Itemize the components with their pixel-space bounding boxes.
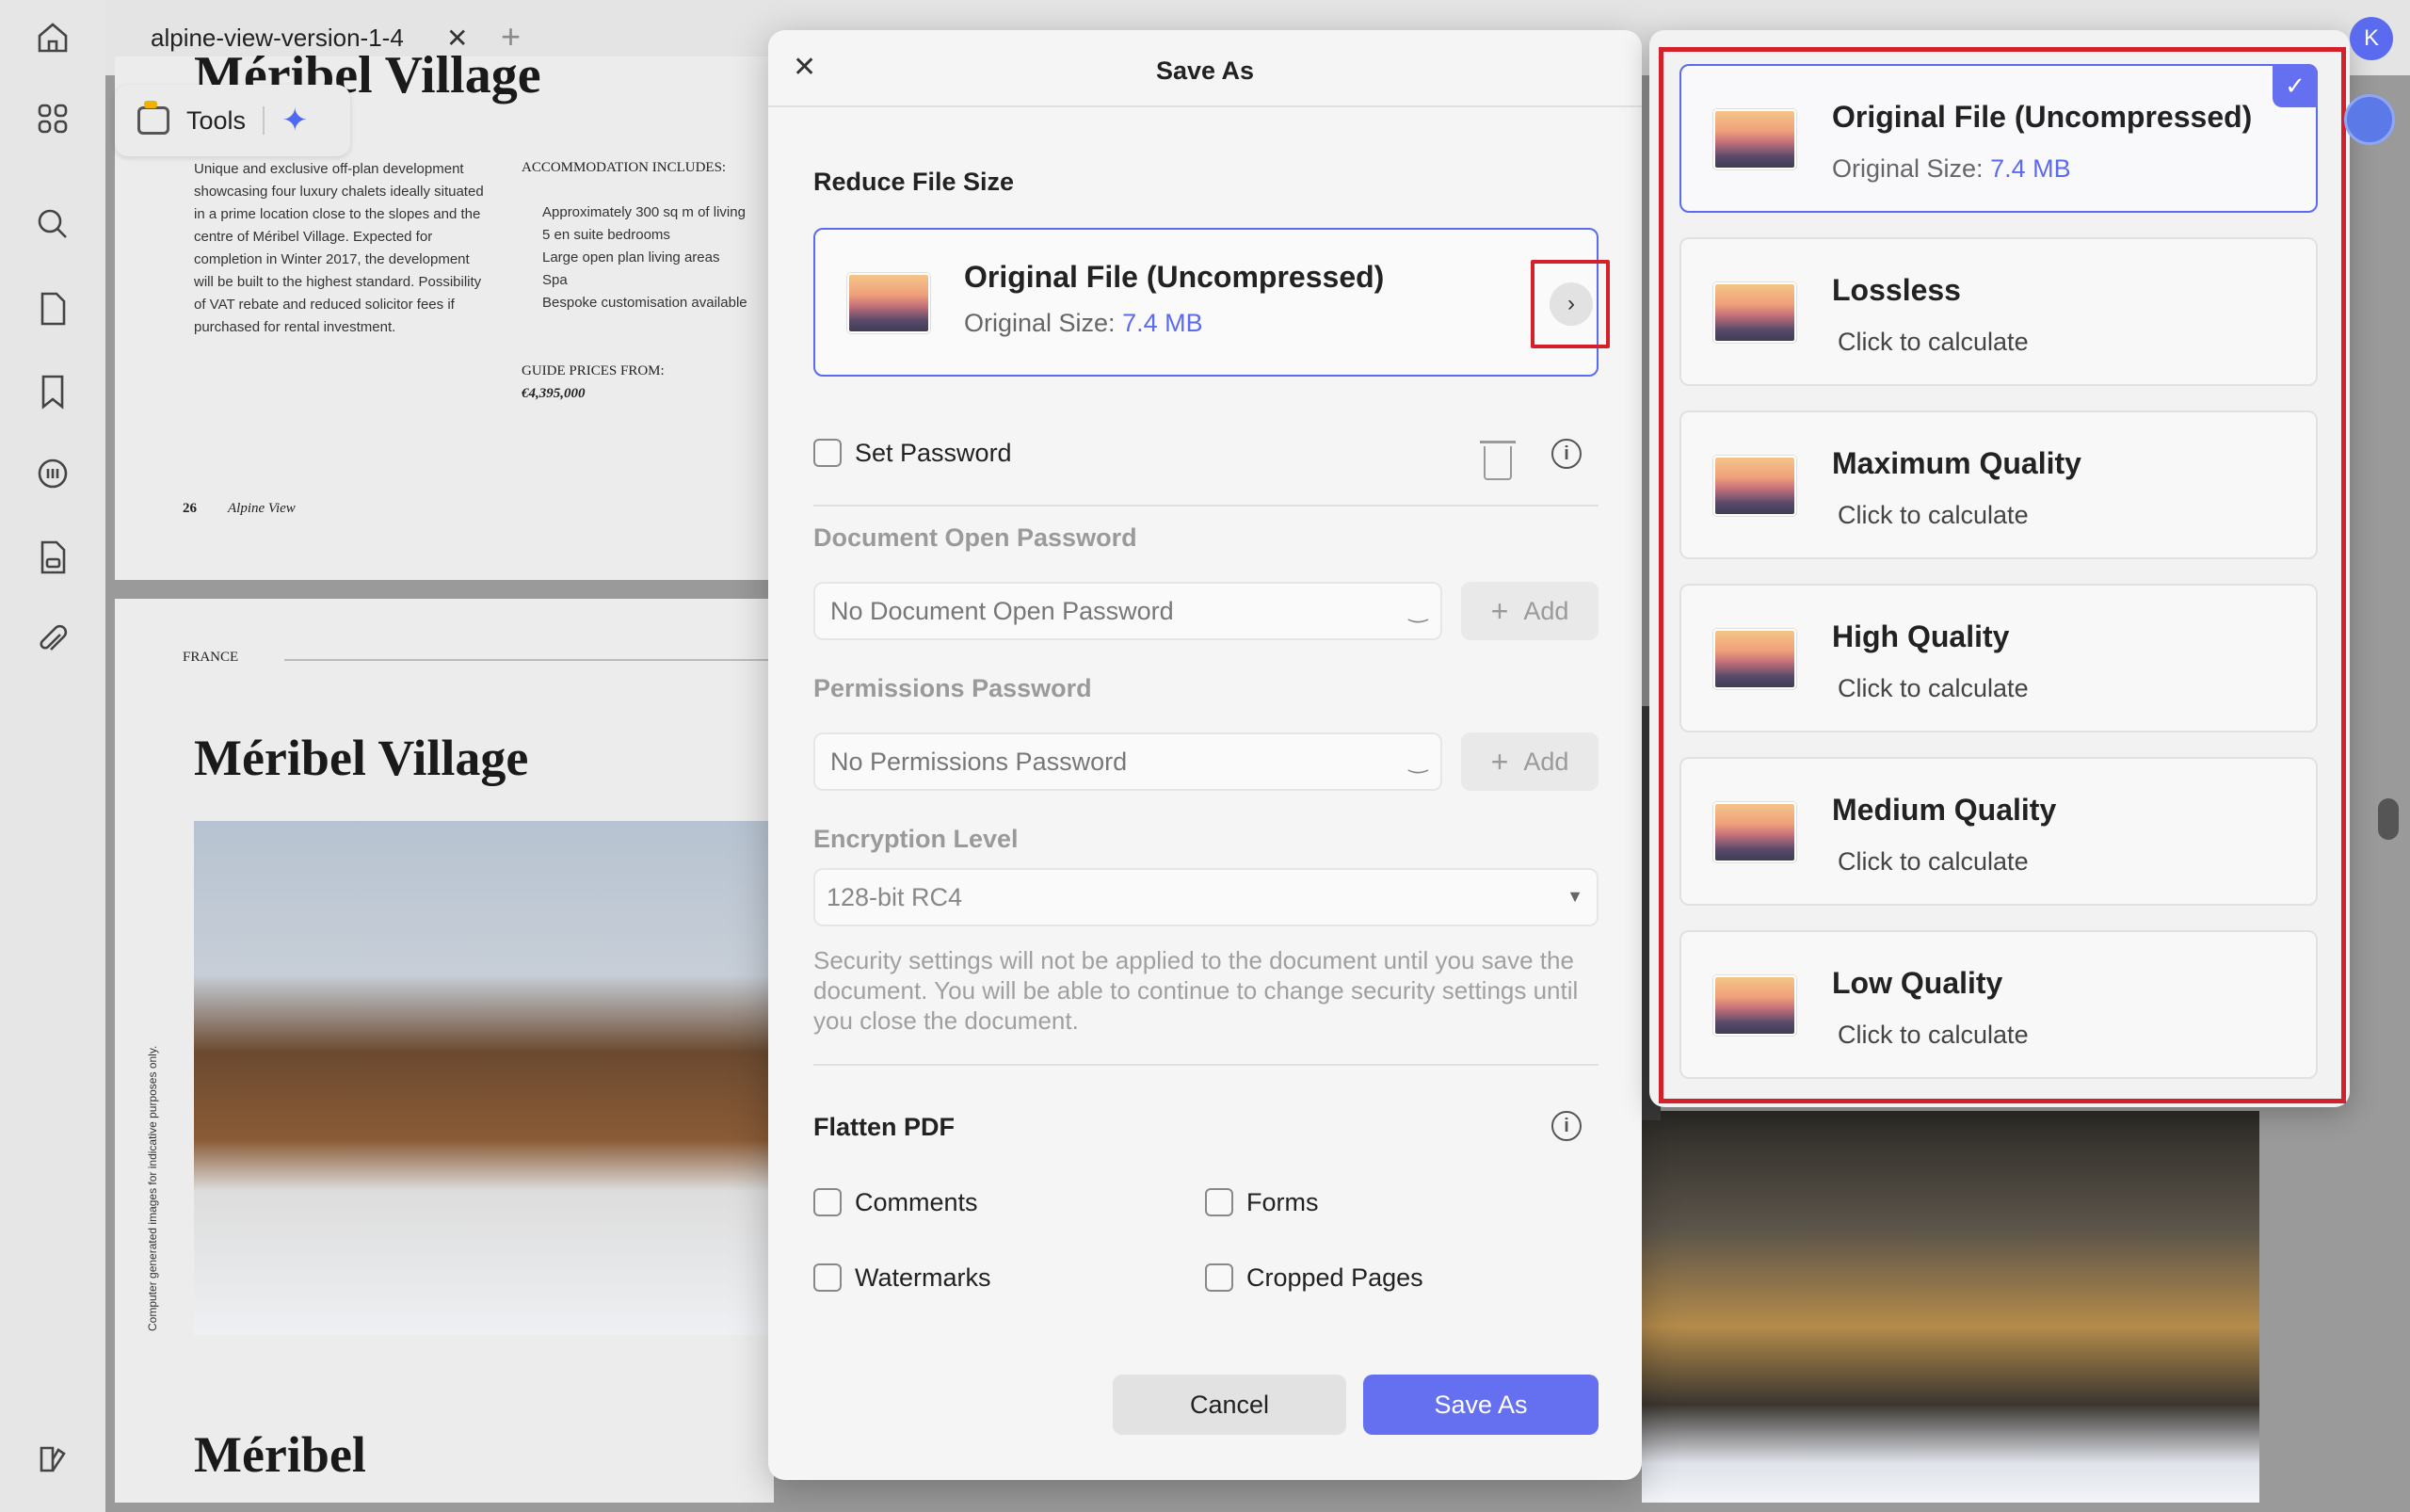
doc-open-password-placeholder: No Document Open Password [830,596,1174,625]
dialog-title: Save As [1155,56,1255,85]
home-icon[interactable] [30,15,75,60]
trash-icon[interactable] [1480,441,1516,480]
file-thumbnail [847,273,930,333]
cropped-pages-checkbox[interactable] [1205,1263,1233,1292]
comments-checkbox[interactable] [813,1188,842,1216]
add-permissions-password-button[interactable]: + Add [1461,732,1599,791]
accommodation-heading: ACCOMMODATION INCLUDES: [522,160,727,175]
apps-grid-icon[interactable] [30,96,75,141]
tools-label: Tools [186,105,247,135]
toolbox-icon [137,101,169,135]
ai-assistant-icon[interactable] [2344,94,2395,145]
watermarks-label: Watermarks [855,1263,991,1292]
chalet-image [194,821,768,1335]
permissions-password-field[interactable]: No Permissions Password ‿ [813,732,1442,791]
attachment-icon[interactable] [30,618,75,663]
dialog-header: ✕ Save As [768,30,1642,107]
forms-checkbox[interactable] [1205,1188,1233,1216]
document-open-password-field[interactable]: No Document Open Password ‿ [813,582,1442,640]
left-sidebar [0,0,105,1512]
encryption-level-select[interactable]: 128-bit RC4 ▼ [813,868,1599,926]
tools-toolbar[interactable]: Tools ✦ [115,85,350,156]
bookmark-icon[interactable] [30,369,75,414]
encryption-level-value: 128-bit RC4 [827,882,963,911]
highlight-box [1531,260,1610,348]
comments-label: Comments [855,1188,978,1216]
page-number: 26 [183,501,197,516]
flatten-pdf-title: Flatten PDF [813,1113,956,1141]
reduce-file-size-title: Reduce File Size [813,168,1015,196]
list-item: 5 en suite bedrooms [542,224,778,247]
save-as-button[interactable]: Save As [1363,1375,1599,1435]
document-icon[interactable] [30,535,75,580]
eye-hidden-icon[interactable]: ‿ [1409,597,1427,624]
highlight-box [1659,47,2346,1103]
comment-icon[interactable] [30,452,75,497]
list-item: Approximately 300 sq m of living [542,201,778,224]
add-label: Add [1523,596,1569,625]
guide-price-label: GUIDE PRICES FROM: [522,363,665,378]
vertical-caption: Computer generated images for indicative… [146,1045,159,1331]
selected-option-title: Original File (Uncompressed) [964,260,1385,294]
info-icon[interactable]: i [1551,1111,1582,1141]
country-label: FRANCE [183,650,239,665]
search-icon[interactable] [30,201,75,247]
save-as-dialog: ✕ Save As Reduce File Size Original File… [768,30,1642,1480]
scrollbar-thumb[interactable] [2378,798,2399,840]
doc-open-password-title: Document Open Password [813,523,1137,552]
chalet-night-image [1642,1111,2259,1503]
dropdown-arrow-icon: ▼ [1566,887,1583,906]
page-footer-title: Alpine View [228,501,296,516]
selected-option-size: Original Size: 7.4 MB [964,309,1203,337]
divider [263,106,265,135]
set-password-label: Set Password [855,439,1012,467]
accommodation-list: Approximately 300 sq m of living 5 en su… [542,201,778,314]
cropped-pages-label: Cropped Pages [1246,1263,1423,1292]
permissions-password-title: Permissions Password [813,674,1092,702]
plus-icon: + [1490,593,1509,628]
encryption-level-title: Encryption Level [813,825,1019,853]
list-item: Large open plan living areas [542,247,778,269]
cancel-button[interactable]: Cancel [1113,1375,1346,1435]
divider [813,505,1599,507]
divider [284,659,774,661]
page-icon[interactable] [30,286,75,331]
ai-sparkle-icon[interactable]: ✦ [281,102,309,139]
watermarks-checkbox[interactable] [813,1263,842,1292]
add-label: Add [1523,747,1569,776]
list-item: Bespoke customisation available [542,292,778,314]
sidebar-toggle-icon[interactable] [30,1437,75,1482]
permissions-password-placeholder: No Permissions Password [830,747,1128,776]
set-password-checkbox[interactable] [813,439,842,467]
add-doc-open-password-button[interactable]: + Add [1461,582,1599,640]
intro-paragraph: Unique and exclusive off-plan developmen… [194,161,484,335]
file-size-selector[interactable]: Original File (Uncompressed) Original Si… [813,228,1610,377]
plus-icon: + [1490,744,1509,779]
avatar[interactable]: K [2350,17,2393,60]
list-item: Spa [542,269,778,292]
guide-price-value: €4,395,000 [522,386,586,401]
security-note: Security settings will not be applied to… [813,946,1579,1035]
divider [813,1064,1599,1066]
forms-label: Forms [1246,1188,1319,1216]
page2-bottom-heading: Méribel [194,1426,366,1483]
eye-hidden-icon[interactable]: ‿ [1409,748,1427,775]
page2-heading: Méribel Village [194,730,529,786]
info-icon[interactable]: i [1551,439,1582,469]
